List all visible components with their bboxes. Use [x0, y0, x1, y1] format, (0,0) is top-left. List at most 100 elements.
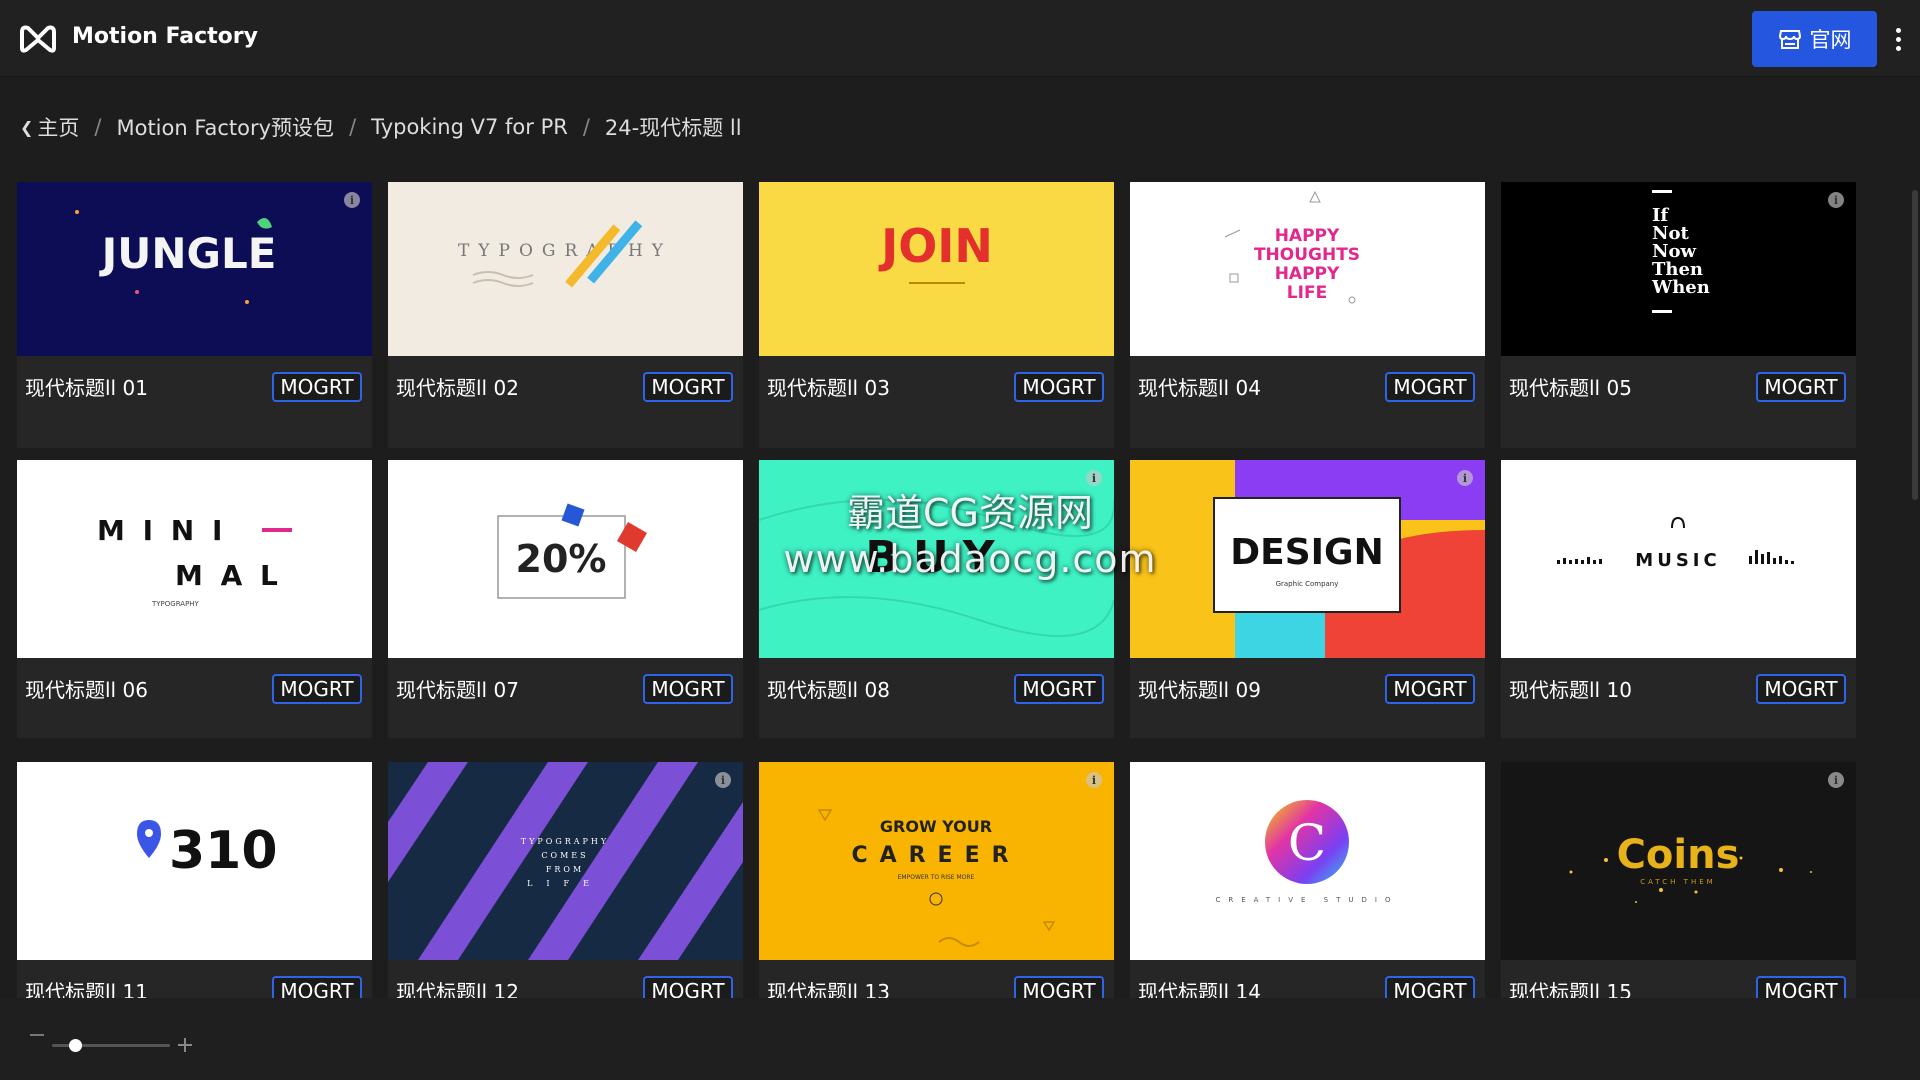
- preset-card[interactable]: GROW YOUR CAREER EMPOWER TO RISE MORE i …: [759, 762, 1114, 998]
- svg-text:CREATIVE STUDIO: CREATIVE STUDIO: [1215, 896, 1398, 904]
- card-title: 现代标题ll 08: [767, 678, 890, 702]
- svg-text:THOUGHTS: THOUGHTS: [1254, 245, 1360, 265]
- card-title: 现代标题ll 09: [1138, 678, 1261, 702]
- mogrt-badge[interactable]: MOGRT: [1385, 976, 1475, 998]
- more-menu-icon[interactable]: [1888, 24, 1908, 54]
- card-title: 现代标题ll 12: [396, 980, 519, 998]
- preset-card[interactable]: TYPOGRAPHY 现代标题ll 02 MOGRT: [388, 182, 743, 448]
- breadcrumb-presets[interactable]: Motion Factory预设包: [116, 112, 334, 142]
- svg-text:EMPOWER TO RISE MORE: EMPOWER TO RISE MORE: [898, 874, 975, 881]
- svg-text:FROM: FROM: [546, 865, 584, 874]
- preset-card[interactable]: BUY i 现代标题ll 08 MOGRT: [759, 460, 1114, 738]
- svg-text:C: C: [1288, 814, 1326, 872]
- svg-text:GROW YOUR: GROW YOUR: [880, 817, 992, 836]
- thumbnail-pin-310[interactable]: 310: [17, 762, 372, 960]
- card-title: 现代标题ll 15: [1509, 980, 1632, 998]
- svg-text:CAREER: CAREER: [851, 843, 1020, 868]
- preset-card[interactable]: 310 现代标题ll 11 MOGRT: [17, 762, 372, 998]
- card-title: 现代标题ll 13: [767, 980, 890, 998]
- mogrt-badge[interactable]: MOGRT: [1385, 674, 1475, 704]
- svg-text:Coins: Coins: [1617, 832, 1740, 878]
- top-bar: Motion Factory 官网: [0, 0, 1920, 77]
- info-icon[interactable]: i: [1828, 192, 1844, 208]
- preset-card[interactable]: C CREATIVE STUDIO 现代标题ll 14 MOGRT: [1130, 762, 1485, 998]
- svg-text:LIFE: LIFE: [1287, 283, 1327, 303]
- info-icon[interactable]: i: [715, 772, 731, 788]
- official-site-label: 官网: [1809, 28, 1852, 52]
- official-site-button[interactable]: 官网: [1752, 11, 1877, 67]
- mogrt-badge[interactable]: MOGRT: [1385, 372, 1475, 402]
- card-title: 现代标题ll 14: [1138, 980, 1261, 998]
- mogrt-badge[interactable]: MOGRT: [1014, 674, 1104, 704]
- breadcrumb-current: 24-现代标题 ll: [604, 116, 742, 140]
- thumbnail-typography-life[interactable]: TYPOGRAPHY COMES FROM LIFE i: [388, 762, 743, 960]
- zoom-in-icon[interactable]: [178, 1038, 192, 1052]
- mogrt-badge[interactable]: MOGRT: [1014, 976, 1104, 998]
- thumbnail-minimal[interactable]: M I N I M A L TYPOGRAPHY: [17, 460, 372, 658]
- svg-text:20%: 20%: [516, 537, 607, 581]
- mogrt-badge[interactable]: MOGRT: [272, 372, 362, 402]
- grid-scrollbar[interactable]: [1912, 190, 1918, 500]
- info-icon[interactable]: i: [1086, 470, 1102, 486]
- svg-text:310: 310: [169, 821, 278, 881]
- mogrt-badge[interactable]: MOGRT: [643, 372, 733, 402]
- mogrt-badge[interactable]: MOGRT: [272, 976, 362, 998]
- card-title: 现代标题ll 07: [396, 678, 519, 702]
- svg-text:TYPOGRAPHY: TYPOGRAPHY: [521, 837, 609, 846]
- card-title: 现代标题ll 10: [1509, 678, 1632, 702]
- svg-text:When: When: [1651, 277, 1710, 298]
- breadcrumb-separator: /: [94, 115, 102, 139]
- chevron-left-icon[interactable]: ❮: [20, 118, 33, 137]
- breadcrumb-typoking[interactable]: Typoking V7 for PR: [371, 115, 568, 139]
- thumbnail-buy[interactable]: BUY i: [759, 460, 1114, 658]
- preset-grid: JUNGLE i 现代标题ll 01 MOGRT TYPOGRAPHY 现代标题…: [0, 182, 1920, 998]
- preset-card[interactable]: 20% 现代标题ll 07 MOGRT: [388, 460, 743, 738]
- thumbnail-music[interactable]: MUSIC: [1501, 460, 1856, 658]
- mogrt-badge[interactable]: MOGRT: [643, 674, 733, 704]
- info-icon[interactable]: i: [1086, 772, 1102, 788]
- breadcrumb: ❮ 主页 / Motion Factory预设包 / Typoking V7 f…: [20, 112, 742, 142]
- svg-text:HAPPY: HAPPY: [1275, 226, 1340, 246]
- breadcrumb-home[interactable]: 主页: [37, 112, 79, 142]
- svg-text:M I N I: M I N I: [97, 514, 226, 547]
- thumbnail-design[interactable]: DESIGN Graphic Company i: [1130, 460, 1485, 658]
- zoom-slider-handle[interactable]: [69, 1039, 83, 1052]
- mogrt-badge[interactable]: MOGRT: [272, 674, 362, 704]
- info-icon[interactable]: i: [1457, 470, 1473, 486]
- mogrt-badge[interactable]: MOGRT: [1756, 674, 1846, 704]
- svg-text:TYPOGRAPHY: TYPOGRAPHY: [151, 600, 200, 608]
- thumbnail-grow-career[interactable]: GROW YOUR CAREER EMPOWER TO RISE MORE i: [759, 762, 1114, 960]
- preset-card[interactable]: TYPOGRAPHY COMES FROM LIFE i 现代标题ll 12 M…: [388, 762, 743, 998]
- thumbnail-coins[interactable]: Coins CATCH THEM i: [1501, 762, 1856, 960]
- svg-text:BUY: BUY: [865, 532, 1008, 583]
- svg-text:M A L: M A L: [175, 559, 282, 592]
- thumbnail-jungle[interactable]: JUNGLE i: [17, 182, 372, 356]
- mogrt-badge[interactable]: MOGRT: [1756, 976, 1846, 998]
- thumbnail-if-not-now[interactable]: If Not Now Then When i: [1501, 182, 1856, 356]
- preset-card[interactable]: JOIN 现代标题ll 03 MOGRT: [759, 182, 1114, 448]
- preset-card[interactable]: MUSIC 现代标题ll 10 MOGRT: [1501, 460, 1856, 738]
- preset-card[interactable]: M I N I M A L TYPOGRAPHY 现代标题ll 06 MOGRT: [17, 460, 372, 738]
- preset-card[interactable]: JUNGLE i 现代标题ll 01 MOGRT: [17, 182, 372, 448]
- thumbnail-typography[interactable]: TYPOGRAPHY: [388, 182, 743, 356]
- info-icon[interactable]: i: [344, 192, 360, 208]
- breadcrumb-separator: /: [582, 115, 590, 139]
- mogrt-badge[interactable]: MOGRT: [1014, 372, 1104, 402]
- card-title: 现代标题ll 05: [1509, 376, 1632, 400]
- mogrt-badge[interactable]: MOGRT: [1756, 372, 1846, 402]
- thumbnail-join[interactable]: JOIN: [759, 182, 1114, 356]
- zoom-out-icon[interactable]: [30, 1034, 44, 1036]
- app-title: Motion Factory: [72, 24, 258, 49]
- thumbnail-twenty-percent[interactable]: 20%: [388, 460, 743, 658]
- thumbnail-creative-c[interactable]: C CREATIVE STUDIO: [1130, 762, 1485, 960]
- mogrt-badge[interactable]: MOGRT: [643, 976, 733, 998]
- thumbnail-happy-thoughts[interactable]: HAPPY THOUGHTS HAPPY LIFE: [1130, 182, 1485, 356]
- bottom-bar: [0, 998, 1920, 1080]
- preset-card[interactable]: DESIGN Graphic Company i 现代标题ll 09 MOGRT: [1130, 460, 1485, 738]
- card-title: 现代标题ll 01: [25, 376, 148, 400]
- preset-card[interactable]: Coins CATCH THEM i 现代标题ll 15 MOGRT: [1501, 762, 1856, 998]
- preset-card[interactable]: HAPPY THOUGHTS HAPPY LIFE 现代标题ll 04 MOGR…: [1130, 182, 1485, 448]
- info-icon[interactable]: i: [1828, 772, 1844, 788]
- preset-card[interactable]: If Not Now Then When i 现代标题ll 05 MOGRT: [1501, 182, 1856, 448]
- breadcrumb-separator: /: [349, 115, 357, 139]
